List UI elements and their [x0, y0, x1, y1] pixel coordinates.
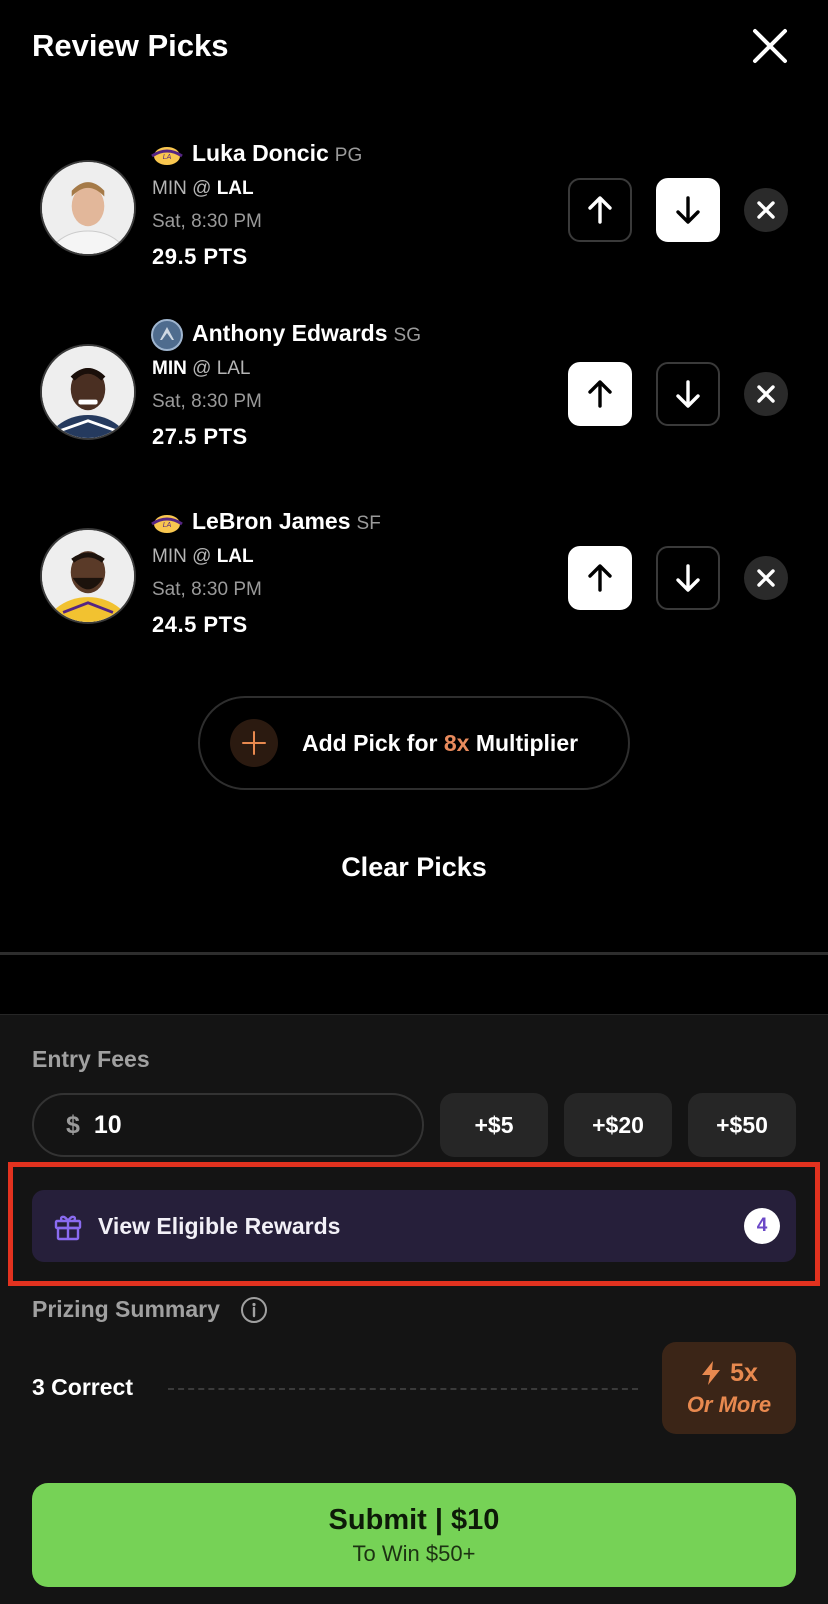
- rewards-count-badge: 4: [744, 1208, 780, 1244]
- stat-line: 29.5 PTS: [152, 244, 248, 269]
- under-button[interactable]: [656, 178, 720, 242]
- plus-icon: [230, 719, 278, 767]
- player-avatar: [40, 528, 136, 624]
- remove-pick-button[interactable]: [744, 372, 788, 416]
- pick-row: LA Luka Doncic PG MIN @ LAL Sat, 8:30 PM …: [0, 130, 828, 290]
- timberwolves-logo-icon: [150, 318, 184, 351]
- gift-icon: [52, 1210, 84, 1242]
- add-50-button[interactable]: +$50: [688, 1093, 796, 1157]
- player-name: LeBron James SF: [192, 508, 381, 534]
- svg-text:LA: LA: [163, 154, 172, 161]
- pick-row: Anthony Edwards SG MIN @ LAL Sat, 8:30 PM…: [0, 314, 828, 474]
- rewards-label: View Eligible Rewards: [98, 1212, 341, 1239]
- close-icon[interactable]: [750, 26, 790, 66]
- game-time: Sat, 8:30 PM: [152, 579, 262, 600]
- arrow-up-icon: [588, 380, 612, 408]
- clear-picks-button[interactable]: Clear Picks: [0, 852, 828, 883]
- player-name: Luka Doncic PG: [192, 140, 363, 166]
- player-avatar: [40, 344, 136, 440]
- submit-sublabel: To Win $50+: [352, 1540, 476, 1566]
- prize-multiplier-badge: 5x Or More: [662, 1342, 796, 1434]
- svg-text:LA: LA: [163, 522, 172, 529]
- player-name: Anthony Edwards SG: [192, 320, 421, 346]
- divider: [0, 952, 828, 955]
- under-button[interactable]: [656, 362, 720, 426]
- view-eligible-rewards-button[interactable]: View Eligible Rewards 4: [32, 1190, 796, 1262]
- prizing-summary-label: Prizing Summary: [32, 1296, 220, 1322]
- add-20-button[interactable]: +$20: [564, 1093, 672, 1157]
- prize-tier-label: 3 Correct: [32, 1374, 133, 1400]
- header: Review Picks: [0, 0, 828, 100]
- arrow-down-icon: [676, 564, 700, 592]
- player-avatar: [40, 160, 136, 256]
- under-button[interactable]: [656, 546, 720, 610]
- close-icon: [757, 385, 775, 403]
- stat-line: 27.5 PTS: [152, 424, 248, 449]
- game-time: Sat, 8:30 PM: [152, 391, 262, 412]
- matchup: MIN @ LAL: [152, 358, 251, 379]
- close-icon: [757, 201, 775, 219]
- add-pick-label: Add Pick for 8x Multiplier: [302, 729, 579, 756]
- arrow-down-icon: [676, 196, 700, 224]
- submit-label: Submit | $10: [328, 1503, 500, 1536]
- over-button[interactable]: [568, 546, 632, 610]
- matchup: MIN @ LAL: [152, 178, 254, 199]
- entry-fee-input[interactable]: $ 10: [32, 1093, 424, 1157]
- pick-row: LA LeBron James SF MIN @ LAL Sat, 8:30 PM…: [0, 498, 828, 658]
- prize-multiplier-note: Or More: [686, 1391, 772, 1417]
- matchup: MIN @ LAL: [152, 546, 254, 567]
- entry-fees-label: Entry Fees: [32, 1046, 150, 1072]
- page-title: Review Picks: [32, 28, 229, 63]
- over-button[interactable]: [568, 178, 632, 242]
- prize-multiplier: 5x: [730, 1358, 758, 1387]
- arrow-up-icon: [588, 564, 612, 592]
- arrow-down-icon: [676, 380, 700, 408]
- arrow-up-icon: [588, 196, 612, 224]
- add-pick-button[interactable]: Add Pick for 8x Multiplier: [198, 696, 630, 790]
- over-button[interactable]: [568, 362, 632, 426]
- entry-fee-value: 10: [93, 1110, 122, 1139]
- remove-pick-button[interactable]: [744, 188, 788, 232]
- dotted-leader: [168, 1388, 638, 1390]
- close-icon: [757, 569, 775, 587]
- game-time: Sat, 8:30 PM: [152, 211, 262, 232]
- currency-symbol: $: [66, 1110, 80, 1139]
- info-icon[interactable]: [240, 1296, 268, 1324]
- remove-pick-button[interactable]: [744, 556, 788, 600]
- add-5-button[interactable]: +$5: [440, 1093, 548, 1157]
- lakers-logo-icon: LA: [150, 142, 184, 170]
- stat-line: 24.5 PTS: [152, 612, 248, 637]
- lakers-logo-icon: LA: [150, 510, 184, 538]
- lightning-icon: [702, 1361, 721, 1385]
- submit-button[interactable]: Submit | $10 To Win $50+: [32, 1483, 796, 1587]
